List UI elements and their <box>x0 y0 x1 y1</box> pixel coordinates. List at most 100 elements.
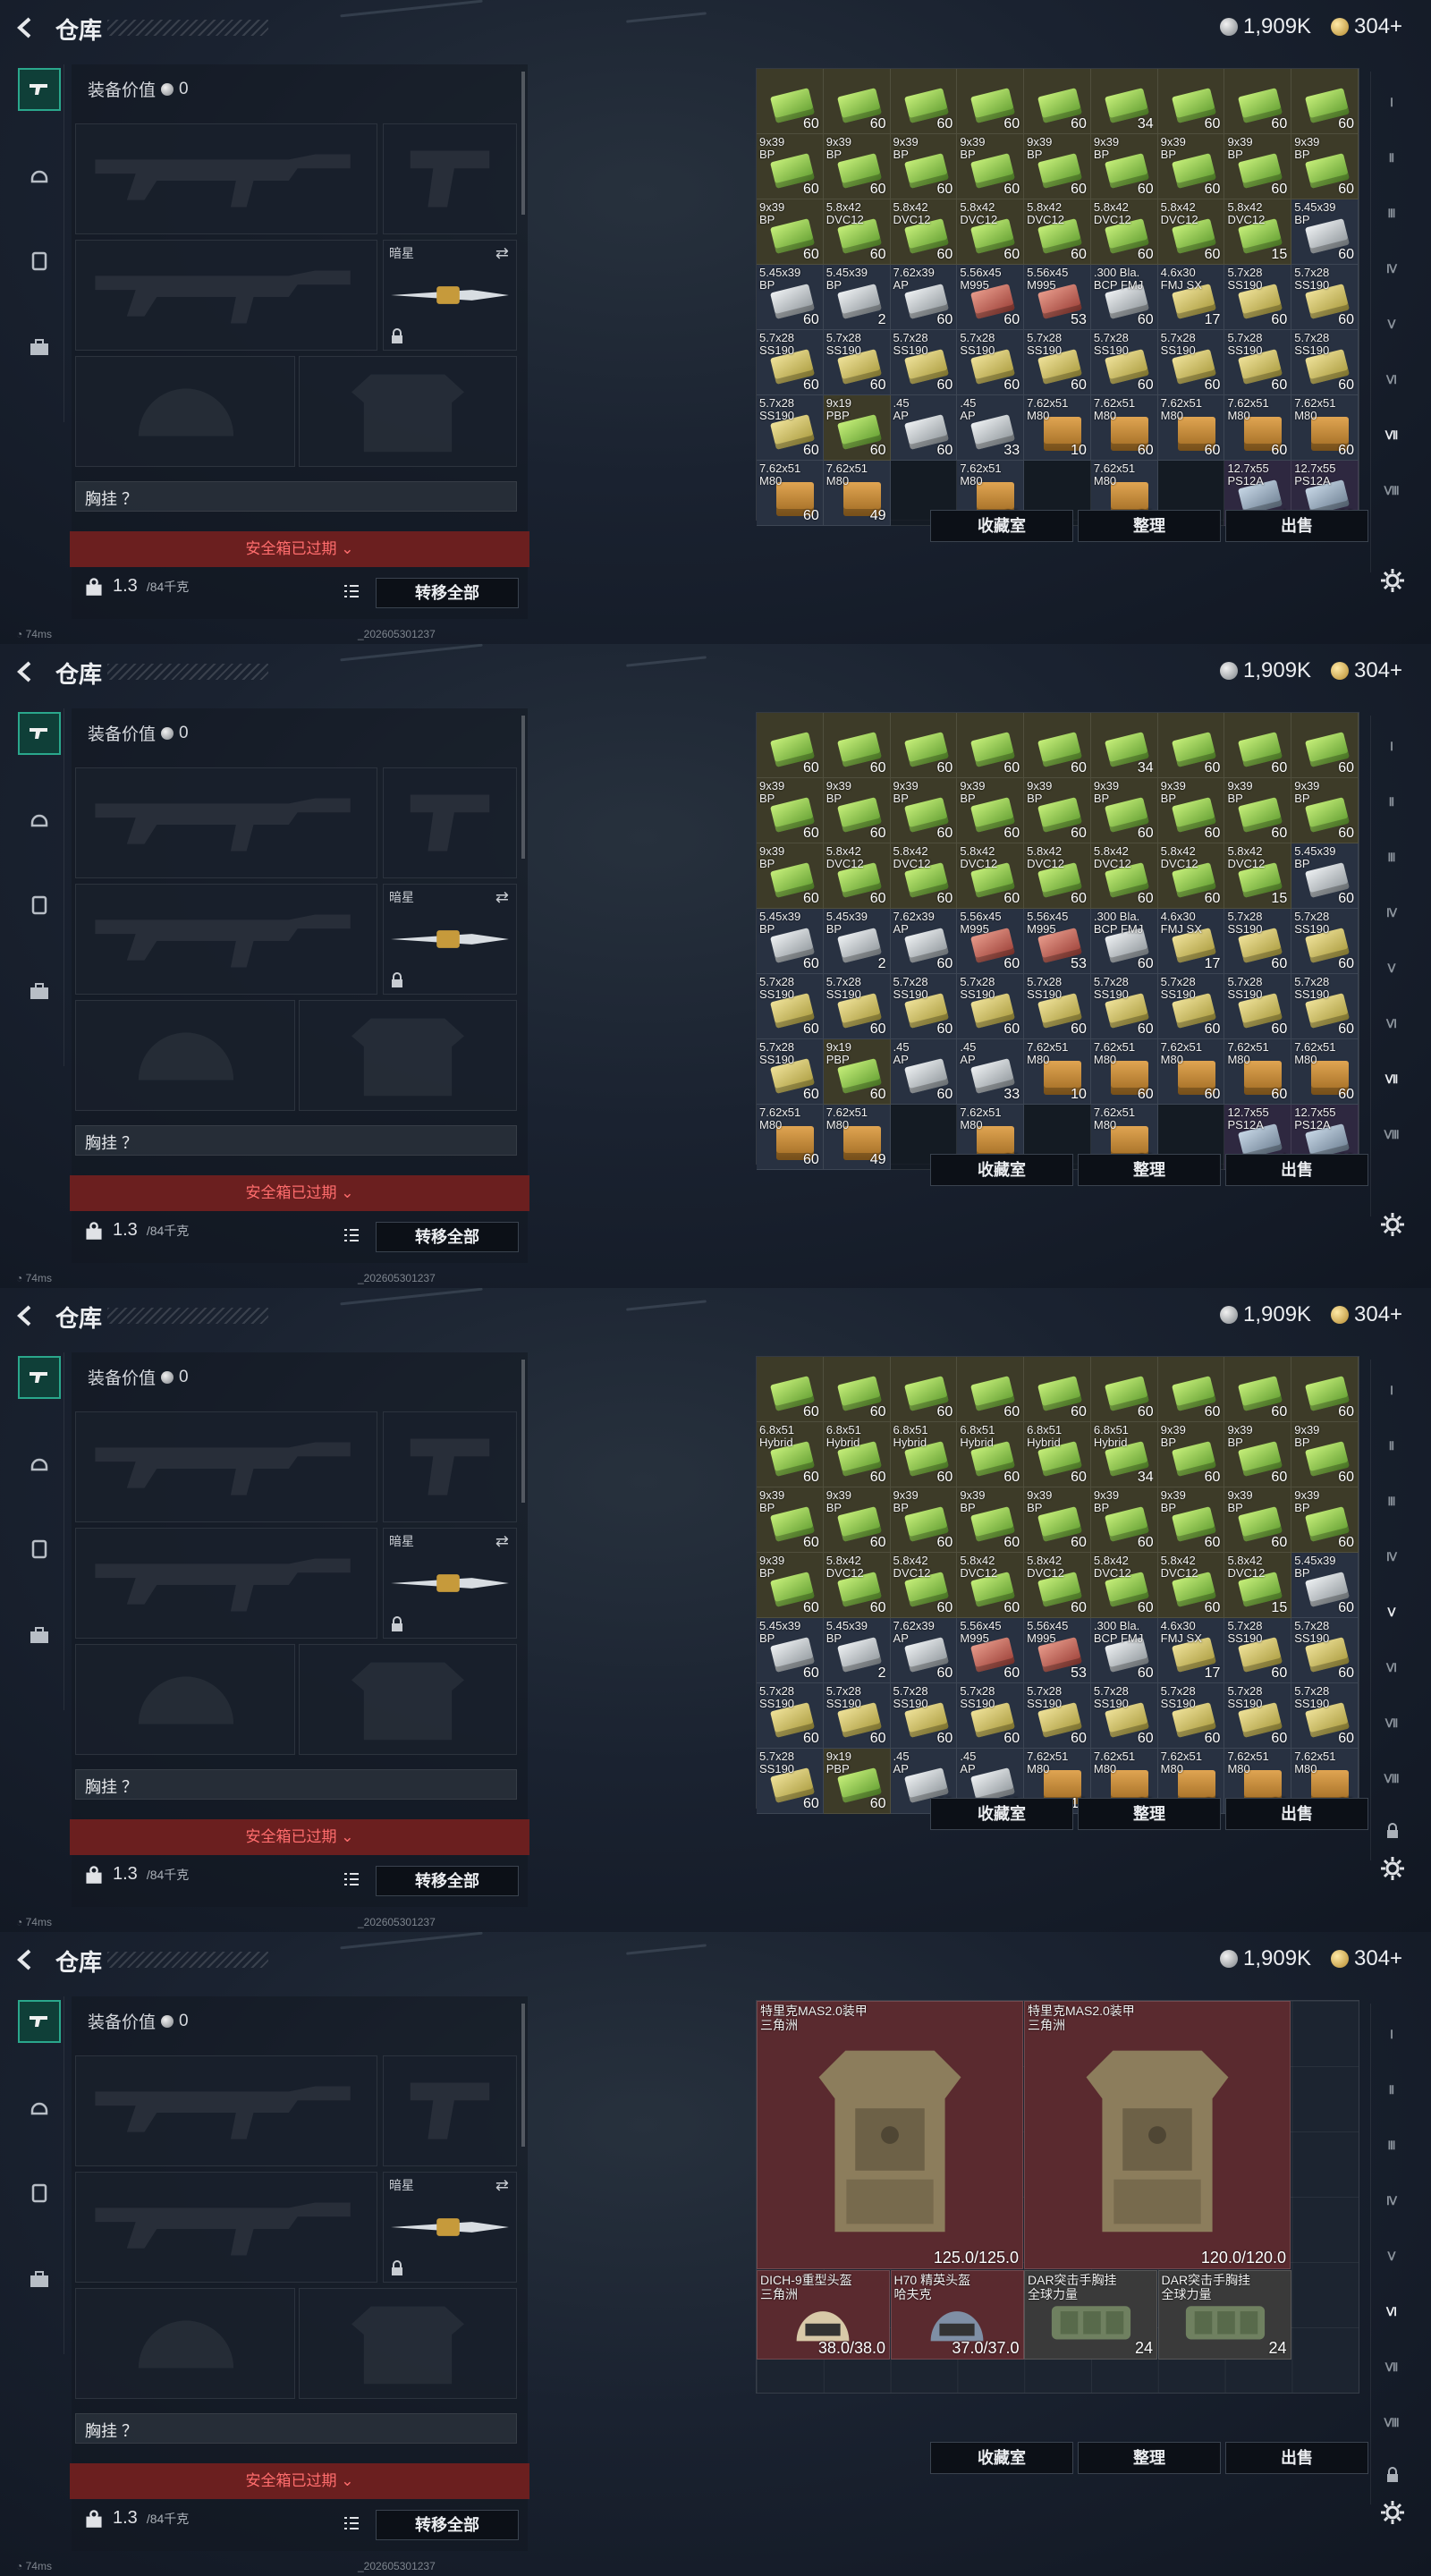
ammo-item[interactable]: 7.62x51 M80 60 <box>1291 395 1359 461</box>
ammo-item[interactable]: 5.8x42 DVC12 60 <box>1090 843 1158 909</box>
ammo-item[interactable]: 9x39 BP 60 <box>1024 134 1091 199</box>
settings-gear-icon[interactable] <box>1379 1211 1406 1238</box>
stash-page-tab-4[interactable]: Ⅳ <box>1378 2188 1405 2215</box>
ammo-item[interactable]: 9x39 BP 60 <box>1291 1487 1359 1553</box>
nav-vest[interactable] <box>18 884 61 927</box>
ammo-item[interactable]: 5.56x45 M995 53 <box>1024 909 1091 974</box>
gold-currency[interactable]: 304+ <box>1331 1946 1402 1971</box>
transfer-all-button[interactable]: 转移全部 <box>376 578 519 608</box>
equipment-scrollbar[interactable] <box>521 2004 525 2147</box>
ammo-item[interactable]: 5.7x28 SS190 60 <box>757 395 824 461</box>
chest-rig-slot[interactable]: 胸挂 ？ <box>75 481 517 512</box>
ammo-item[interactable]: 60 <box>1291 69 1359 134</box>
ammo-item[interactable]: 9x39 BP 60 <box>823 778 891 843</box>
ammo-item[interactable]: 5.45x39 BP 2 <box>823 265 891 330</box>
ammo-item[interactable]: 5.8x42 DVC12 60 <box>1090 199 1158 265</box>
ammo-item[interactable]: 5.8x42 DVC12 60 <box>1157 1553 1225 1618</box>
ammo-item[interactable]: 5.7x28 SS190 60 <box>1224 909 1292 974</box>
ammo-item[interactable]: 5.8x42 DVC12 60 <box>890 843 958 909</box>
ammo-item[interactable]: 5.8x42 DVC12 15 <box>1224 1553 1292 1618</box>
back-button[interactable] <box>13 658 39 685</box>
nav-bag[interactable] <box>18 2258 61 2301</box>
ammo-item[interactable]: 7.62x51 M80 60 <box>1157 395 1225 461</box>
ammo-item[interactable]: 5.7x28 SS190 60 <box>757 974 824 1039</box>
ammo-item[interactable]: 5.56x45 M995 53 <box>1024 265 1091 330</box>
list-view-button[interactable] <box>340 580 363 603</box>
ammo-item[interactable]: 5.7x28 SS190 60 <box>823 974 891 1039</box>
ammo-item[interactable]: 5.7x28 SS190 60 <box>1157 330 1225 395</box>
ammo-item[interactable]: 5.8x42 DVC12 60 <box>1024 1553 1091 1618</box>
ammo-item[interactable]: 9x39 BP 60 <box>1090 778 1158 843</box>
ammo-item[interactable]: 7.62x51 M80 60 <box>1291 1039 1359 1105</box>
ammo-item[interactable]: 60 <box>890 713 958 778</box>
ammo-item[interactable]: 9x39 BP 60 <box>757 134 824 199</box>
stash-page-tab-8[interactable]: Ⅷ <box>1378 1766 1405 1792</box>
nav-bag[interactable] <box>18 1614 61 1657</box>
ammo-item[interactable]: 9x39 BP 60 <box>1224 1422 1292 1487</box>
ammo-item[interactable]: 9x39 BP 60 <box>957 1487 1025 1553</box>
nav-weapons[interactable] <box>18 68 61 111</box>
ammo-item[interactable]: 9x19 PBP 60 <box>823 1039 891 1105</box>
ammo-item[interactable]: 9x39 BP 60 <box>757 843 824 909</box>
ammo-item[interactable]: 9x19 PBP 60 <box>823 1749 891 1814</box>
ammo-item[interactable]: 5.7x28 SS190 60 <box>957 974 1025 1039</box>
ammo-item[interactable]: 5.8x42 DVC12 15 <box>1224 843 1292 909</box>
ammo-item[interactable]: 5.45x39 BP 60 <box>757 909 824 974</box>
ammo-item[interactable]: 5.8x42 DVC12 60 <box>823 1553 891 1618</box>
stash-page-tab-6[interactable]: Ⅵ <box>1378 367 1405 394</box>
ammo-item[interactable]: 9x39 BP 60 <box>757 199 824 265</box>
ammo-item[interactable]: 9x39 BP 60 <box>890 1487 958 1553</box>
ammo-item[interactable]: 60 <box>957 1357 1025 1422</box>
ammo-item[interactable]: 5.7x28 SS190 60 <box>1157 974 1225 1039</box>
ammo-item[interactable]: 5.7x28 SS190 60 <box>1090 974 1158 1039</box>
ammo-item[interactable]: 5.8x42 DVC12 60 <box>890 1553 958 1618</box>
list-view-button[interactable] <box>340 1868 363 1891</box>
melee-slot[interactable]: 暗星 ⇄ <box>383 240 517 351</box>
sell-button[interactable]: 出售 <box>1225 510 1368 542</box>
ammo-item[interactable]: 60 <box>890 1357 958 1422</box>
ammo-item[interactable]: 9x39 BP 60 <box>823 1487 891 1553</box>
ammo-item[interactable]: 9x39 BP 60 <box>1157 134 1225 199</box>
stash-page-tab-6[interactable]: Ⅵ <box>1378 1011 1405 1038</box>
ammo-item[interactable]: 6.8x51 Hybrid 34 <box>1090 1422 1158 1487</box>
ammo-item[interactable]: 6.8x51 Hybrid 60 <box>1024 1422 1091 1487</box>
secondary-weapon-slot[interactable] <box>75 240 377 351</box>
safe-box-expired-banner[interactable]: 安全箱已过期 ⌄ <box>70 2463 529 2499</box>
ammo-item[interactable]: 7.62x51 M80 49 <box>823 1105 891 1170</box>
ammo-item[interactable]: 9x39 BP 60 <box>1024 1487 1091 1553</box>
helmet-slot[interactable] <box>75 1644 295 1755</box>
back-button[interactable] <box>13 1302 39 1329</box>
stash-page-tab-1[interactable]: Ⅰ <box>1378 733 1405 760</box>
stash-page-tab-5[interactable]: Ⅴ <box>1378 1599 1405 1626</box>
ammo-item[interactable]: 60 <box>757 1357 824 1422</box>
ammo-item[interactable]: 5.7x28 SS190 60 <box>1090 1683 1158 1749</box>
transfer-all-button[interactable]: 转移全部 <box>376 1222 519 1252</box>
stash-page-tab-8[interactable]: Ⅷ <box>1378 2410 1405 2436</box>
ammo-item[interactable]: 5.7x28 SS190 60 <box>1291 330 1359 395</box>
ammo-item[interactable]: 5.8x42 DVC12 15 <box>1224 199 1292 265</box>
ammo-item[interactable]: 7.62x51 M80 10 <box>1024 1039 1091 1105</box>
ammo-item[interactable]: 9x39 BP 60 <box>823 134 891 199</box>
ammo-item[interactable]: 60 <box>1024 69 1091 134</box>
ammo-item[interactable]: 5.45x39 BP 60 <box>1291 199 1359 265</box>
stash-page-tab-2[interactable]: Ⅱ <box>1378 789 1405 816</box>
chest-rig-slot[interactable]: 胸挂 ？ <box>75 2413 517 2444</box>
ammo-item[interactable]: 5.7x28 SS190 60 <box>1090 330 1158 395</box>
ammo-item[interactable]: 5.7x28 SS190 60 <box>890 974 958 1039</box>
back-button[interactable] <box>13 14 39 41</box>
ammo-item[interactable]: 9x39 BP 60 <box>1090 134 1158 199</box>
ammo-item[interactable]: 6.8x51 Hybrid 60 <box>957 1422 1025 1487</box>
collection-room-button[interactable]: 收藏室 <box>930 510 1073 542</box>
ammo-item[interactable]: 60 <box>1157 1357 1225 1422</box>
ammo-item[interactable]: 5.7x28 SS190 60 <box>957 1683 1025 1749</box>
nav-vest[interactable] <box>18 240 61 283</box>
melee-slot[interactable]: 暗星 ⇄ <box>383 2172 517 2283</box>
ammo-item[interactable]: 60 <box>823 1357 891 1422</box>
stash-page-tab-4[interactable]: Ⅳ <box>1378 900 1405 927</box>
ammo-item[interactable]: 34 <box>1090 69 1158 134</box>
ammo-item[interactable]: 5.7x28 SS190 60 <box>1224 974 1292 1039</box>
primary-weapon-slot[interactable] <box>75 1411 377 1522</box>
sort-button[interactable]: 整理 <box>1078 510 1221 542</box>
ammo-item[interactable]: 5.8x42 DVC12 60 <box>957 199 1025 265</box>
ammo-item[interactable]: 60 <box>1291 1357 1359 1422</box>
